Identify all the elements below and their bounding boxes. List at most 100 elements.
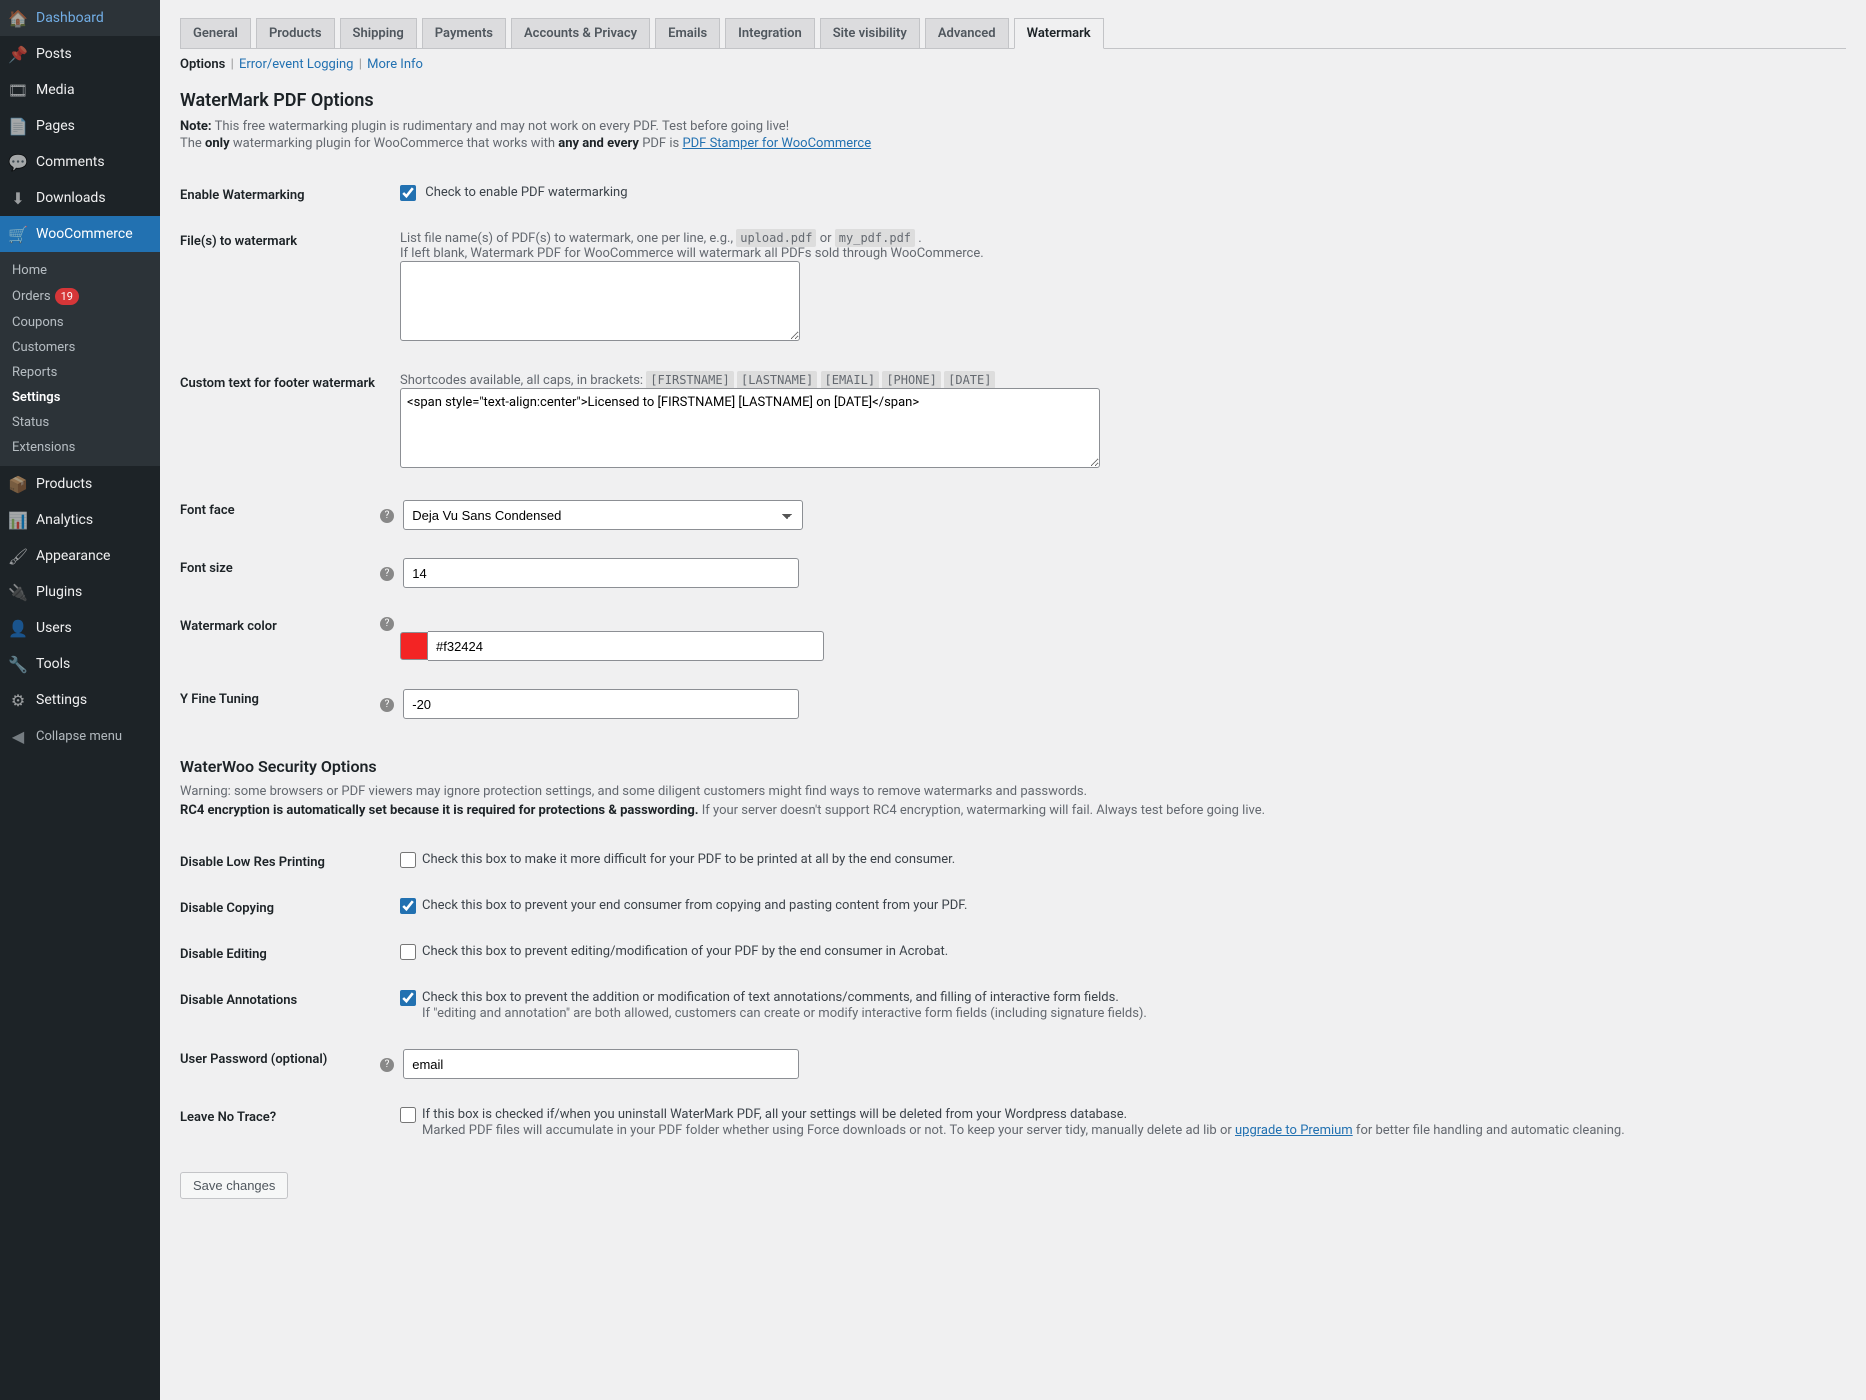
downloads-icon: ⬇ [8, 188, 28, 208]
input-font-size[interactable] [403, 558, 799, 588]
label-leave-no-trace: Leave No Trace? [180, 1107, 400, 1138]
submenu-item-settings[interactable]: Settings [0, 385, 160, 410]
submenu-item-label: Coupons [12, 315, 64, 330]
textarea-custom-text[interactable]: <span style="text-align:center">Licensed… [400, 388, 1100, 468]
label-disable-lowres: Disable Low Res Printing [180, 852, 400, 870]
sidebar-item-label: Analytics [36, 512, 93, 528]
submenu-item-orders[interactable]: Orders 19 [0, 283, 160, 310]
desc-leave-no-trace-1: If this box is checked if/when you unins… [422, 1107, 1127, 1122]
submenu-item-status[interactable]: Status [0, 410, 160, 435]
label-y-fine-tuning: Y Fine Tuning [180, 689, 400, 719]
sidebar-item-products[interactable]: 📦Products [0, 466, 160, 502]
sidebar-item-label: Posts [36, 46, 72, 62]
sidebar-item-users[interactable]: 👤Users [0, 610, 160, 646]
sidebar-item-label: Media [36, 82, 75, 98]
submenu-item-label: Home [12, 263, 47, 278]
subnav: Options | Error/event Logging | More Inf… [180, 57, 1846, 72]
tab-integration[interactable]: Integration [725, 18, 815, 48]
enable-watermarking-wrap[interactable]: Check to enable PDF watermarking [400, 185, 628, 200]
help-icon[interactable]: ? [380, 567, 394, 581]
help-icon[interactable]: ? [380, 698, 394, 712]
tab-products[interactable]: Products [256, 18, 335, 48]
note-line-1: Note: This free watermarking plugin is r… [180, 119, 1846, 134]
sidebar-item-settings[interactable]: ⚙Settings [0, 682, 160, 718]
shortcode: [LASTNAME] [737, 371, 817, 389]
plugins-icon: 🔌 [8, 582, 28, 602]
input-user-password[interactable] [403, 1049, 799, 1079]
submenu-item-label: Status [12, 415, 49, 430]
label-font-face: Font face [180, 500, 400, 530]
submenu-item-customers[interactable]: Customers [0, 335, 160, 360]
sidebar-item-dashboard[interactable]: 🏠Dashboard [0, 0, 160, 36]
section-title-watermark: WaterMark PDF Options [180, 90, 1846, 111]
sidebar-submenu: Home Orders 19 Coupons CustomersReportsSetti… [0, 252, 160, 466]
subnav-error-logging[interactable]: Error/event Logging [239, 57, 354, 72]
sidebar-item-posts[interactable]: 📌 Posts [0, 36, 160, 72]
sidebar-item-media[interactable]: 🎞Media [0, 72, 160, 108]
label-user-password: User Password (optional) [180, 1049, 400, 1079]
submenu-item-label: Extensions [12, 440, 75, 455]
checkbox-disable-lowres[interactable] [400, 852, 416, 868]
textarea-files[interactable] [400, 261, 800, 341]
sidebar-item-tools[interactable]: 🔧Tools [0, 646, 160, 682]
dashboard-icon: 🏠 [8, 8, 28, 28]
shortcode: [FIRSTNAME] [646, 371, 733, 389]
tab-advanced[interactable]: Advanced [925, 18, 1009, 48]
desc-enable-watermarking: Check to enable PDF watermarking [425, 185, 627, 200]
sidebar-item-woocommerce[interactable]: 🛒 WooCommerce [0, 216, 160, 252]
sidebar-item-label: Tools [36, 656, 70, 672]
submenu-item-coupons[interactable]: Coupons [0, 310, 160, 335]
submenu-item-extensions[interactable]: Extensions [0, 435, 160, 460]
tab-payments[interactable]: Payments [422, 18, 506, 48]
checkbox-enable-watermarking[interactable] [400, 185, 416, 201]
tab-watermark[interactable]: Watermark [1014, 18, 1104, 49]
subnav-more-info[interactable]: More Info [367, 57, 423, 72]
sidebar-item-pages[interactable]: 📄Pages [0, 108, 160, 144]
submenu-item-home[interactable]: Home [0, 258, 160, 283]
sidebar-item-analytics[interactable]: 📊Analytics [0, 502, 160, 538]
label-disable-annotations: Disable Annotations [180, 990, 400, 1021]
posts-icon: 📌 [8, 44, 28, 64]
sidebar-item-comments[interactable]: 💬Comments [0, 144, 160, 180]
sidebar-item-label: WooCommerce [36, 226, 133, 242]
subnav-options[interactable]: Options [180, 57, 225, 72]
cart-icon: 🛒 [8, 224, 28, 244]
desc-disable-annotations-1: Check this box to prevent the addition o… [422, 990, 1119, 1005]
sidebar-item-plugins[interactable]: 🔌Plugins [0, 574, 160, 610]
input-y-tuning[interactable] [403, 689, 799, 719]
select-font-face[interactable]: Deja Vu Sans Condensed [403, 500, 803, 530]
link-pdf-stamper[interactable]: PDF Stamper for WooCommerce [682, 136, 871, 151]
users-icon: 👤 [8, 618, 28, 638]
label-font-size: Font size [180, 558, 400, 588]
checkbox-leave-no-trace[interactable] [400, 1107, 416, 1123]
label-files-to-watermark: File(s) to watermark [180, 231, 400, 345]
link-upgrade-premium[interactable]: upgrade to Premium [1235, 1123, 1353, 1138]
code-upload: upload.pdf [736, 229, 816, 247]
warning-line-2: RC4 encryption is automatically set beca… [180, 803, 1846, 818]
collapse-menu-button[interactable]: ◀ Collapse menu [0, 718, 160, 754]
sidebar-item-label: Downloads [36, 190, 106, 206]
section-title-security: WaterWoo Security Options [180, 757, 1846, 776]
submenu-item-reports[interactable]: Reports [0, 360, 160, 385]
help-icon[interactable]: ? [380, 1058, 394, 1072]
help-icon[interactable]: ? [380, 617, 394, 631]
checkbox-disable-copying[interactable] [400, 898, 416, 914]
color-swatch[interactable] [400, 632, 428, 660]
save-changes-button[interactable]: Save changes [180, 1172, 288, 1199]
checkbox-disable-annotations[interactable] [400, 990, 416, 1006]
tab-accounts-privacy[interactable]: Accounts & Privacy [511, 18, 650, 48]
tab-emails[interactable]: Emails [655, 18, 720, 48]
sidebar-item-appearance[interactable]: 🖌Appearance [0, 538, 160, 574]
submenu-item-label: Orders [12, 289, 51, 304]
note-prefix: Note: [180, 119, 212, 134]
tab-site-visibility[interactable]: Site visibility [820, 18, 920, 48]
label-disable-editing: Disable Editing [180, 944, 400, 962]
settings-tabs: GeneralProductsShippingPaymentsAccounts … [180, 18, 1846, 49]
tab-general[interactable]: General [180, 18, 251, 48]
tab-shipping[interactable]: Shipping [340, 18, 417, 48]
badge-count: 19 [55, 288, 79, 305]
sidebar-item-downloads[interactable]: ⬇ Downloads [0, 180, 160, 216]
help-icon[interactable]: ? [380, 509, 394, 523]
checkbox-disable-editing[interactable] [400, 944, 416, 960]
input-watermark-color[interactable] [428, 631, 824, 661]
